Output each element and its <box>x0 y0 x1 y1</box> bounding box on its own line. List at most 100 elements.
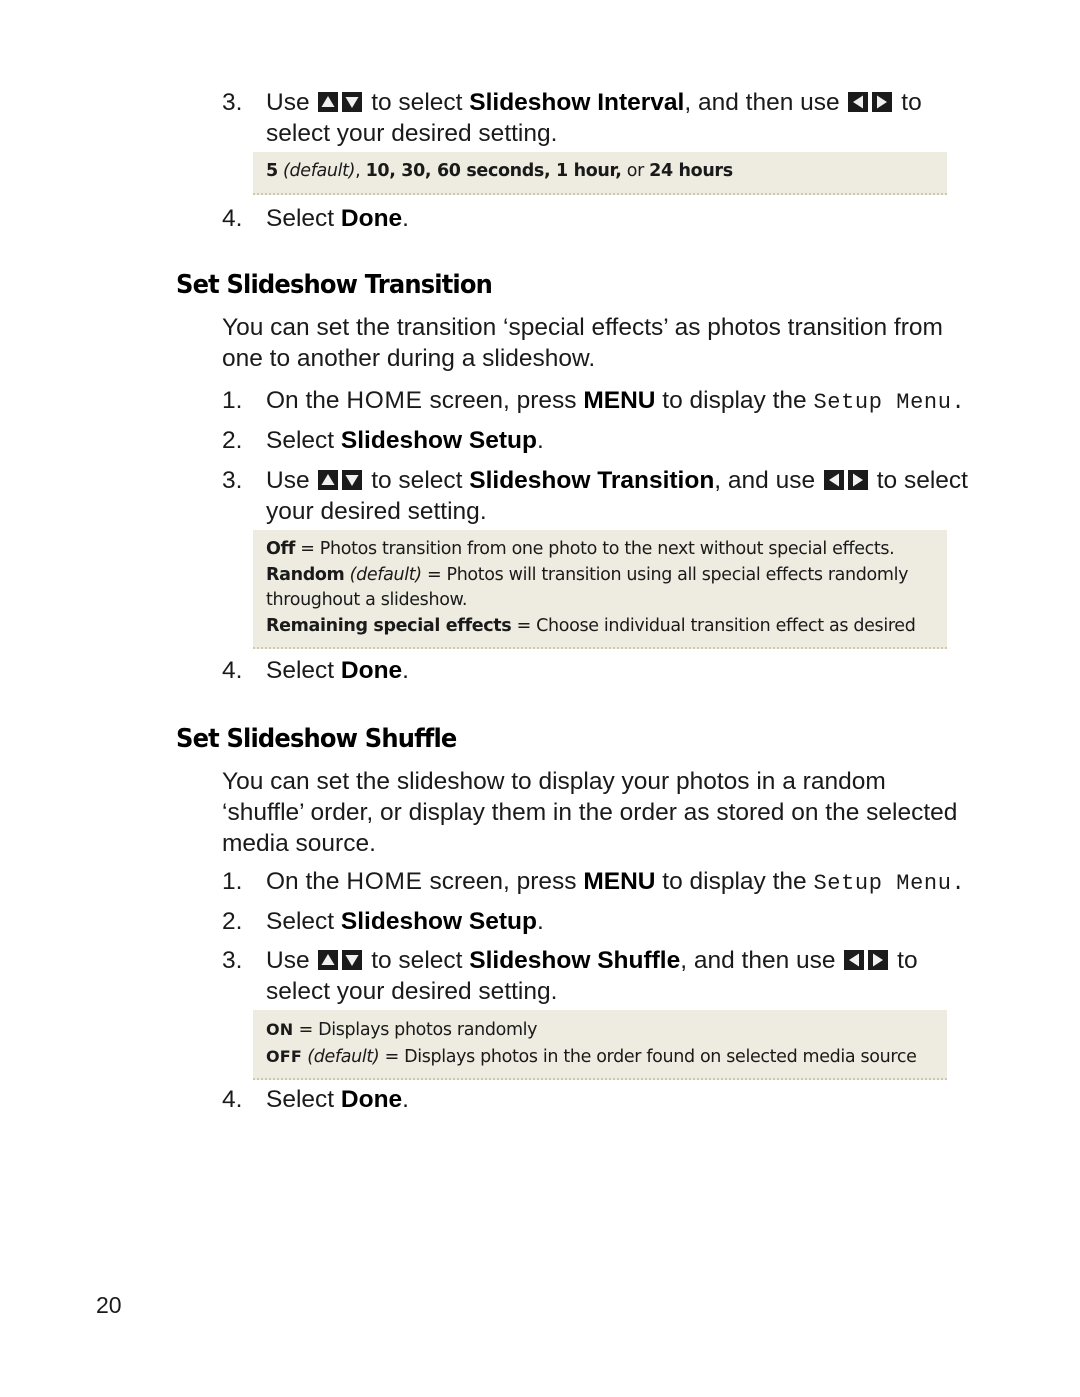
emphasis-slideshow-shuffle: Slideshow Shuffle <box>469 947 681 974</box>
emphasis-slideshow-transition: Slideshow Transition <box>469 467 715 494</box>
list-number: 2. <box>222 908 243 935</box>
intro-line-1: You can set the transition ‘special effe… <box>222 314 943 341</box>
note-desc: = Photos transition from one photo to th… <box>295 539 895 559</box>
note-line: Off = Photos transition from one photo t… <box>266 537 933 563</box>
note-line: Random (default) = Photos will transitio… <box>266 563 933 589</box>
list-item-shuffle-step3: 3. Use to select Slideshow Shuffle, and … <box>222 945 982 1007</box>
step-text-period: . <box>402 1086 409 1113</box>
note-desc-cont: throughout a slideshow. <box>266 590 468 610</box>
list-number: 1. <box>222 387 243 414</box>
list-item-transition-step3: 3. Use to select Slideshow Transition, a… <box>222 465 1012 527</box>
right-arrow-key-icon <box>847 469 869 491</box>
list-item-text: On the HOME screen, press MENU to displa… <box>266 866 982 899</box>
note-desc: = Displays photos randomly <box>293 1020 538 1040</box>
step-text-period: . <box>951 871 966 896</box>
list-number: 4. <box>222 1086 243 1113</box>
list-number: 3. <box>222 947 243 974</box>
step-text-pre: On the <box>266 868 347 895</box>
page-number: 20 <box>96 1292 122 1318</box>
step-text-toselect: to select <box>364 467 470 494</box>
step-text-line2: select your desired setting. <box>266 978 558 1005</box>
up-arrow-key-icon <box>317 949 339 971</box>
step-text-use: Use <box>266 89 317 116</box>
step-text-select: Select <box>266 427 341 454</box>
step-text-select: Select <box>266 1086 341 1113</box>
label-home: HOME <box>346 868 423 895</box>
note-box-transition-values: Off = Photos transition from one photo t… <box>253 530 947 649</box>
list-number: 3. <box>222 467 243 494</box>
list-number: 2. <box>222 427 243 454</box>
note-line: 5 (default), 10, 30, 60 seconds, 1 hour,… <box>266 159 933 185</box>
note-sep: , <box>355 161 366 181</box>
list-number: 4. <box>222 657 243 684</box>
list-item-text: Select Done. <box>266 655 722 686</box>
emphasis-slideshow-setup: Slideshow Setup <box>340 427 537 454</box>
intro-line-2: ‘shuffle’ order, or display them in the … <box>222 799 958 826</box>
list-item-text: Use to select Slideshow Shuffle, and the… <box>266 945 982 1007</box>
emphasis-done: Done <box>340 205 403 232</box>
list-item-interval-step3: 3. Use to select Slideshow Interval, and… <box>222 87 962 149</box>
note-default-label: (default) <box>283 161 356 181</box>
emphasis-done: Done <box>340 1086 403 1113</box>
note-desc: = Choose individual transition effect as… <box>511 615 916 636</box>
step-text-mid: screen, press <box>422 868 584 895</box>
intro-line-3: media source. <box>222 830 376 857</box>
step-text-period: . <box>951 390 966 415</box>
label-menu: MENU <box>583 868 656 895</box>
step-text-period: . <box>402 657 409 684</box>
down-arrow-key-icon <box>341 469 363 491</box>
paragraph-transition-intro: You can set the transition ‘special effe… <box>222 312 952 374</box>
note-default-label: (default) <box>307 1046 380 1067</box>
note-option-on: ON <box>266 1020 294 1039</box>
step-text-mid2: to display the <box>655 387 814 414</box>
up-arrow-key-icon <box>317 91 339 113</box>
step-text-toselect: to select <box>364 89 470 116</box>
note-default-value: 5 <box>266 161 278 181</box>
note-or: or <box>621 161 650 181</box>
paragraph-shuffle-intro: You can set the slideshow to display you… <box>222 766 962 859</box>
emphasis-done: Done <box>340 657 403 684</box>
note-box-shuffle-values: ON = Displays photos randomly OFF (defau… <box>253 1010 947 1080</box>
intro-line-1: You can set the slideshow to display you… <box>222 768 886 795</box>
step-text-toselect2: to select <box>869 467 968 494</box>
step-text-mid2: to display the <box>655 868 814 895</box>
note-line: Remaining special effects = Choose indiv… <box>266 614 933 640</box>
step-text-pre: On the <box>266 387 347 414</box>
step-text-andthenuse: , and then use <box>684 89 847 116</box>
note-option-random: Random <box>266 564 345 585</box>
list-number: 4. <box>222 205 243 232</box>
left-arrow-key-icon <box>843 949 865 971</box>
note-default-label: (default) <box>349 564 422 585</box>
note-option-remaining: Remaining special effects <box>266 615 512 636</box>
list-item-shuffle-step2: 2. Select Slideshow Setup. <box>222 906 822 937</box>
list-item-text: Use to select Slideshow Interval, and th… <box>266 87 962 149</box>
list-item-interval-step4: 4. Select Done. <box>222 203 722 234</box>
heading-set-slideshow-transition: Set Slideshow Transition <box>176 270 493 300</box>
down-arrow-key-icon <box>341 949 363 971</box>
label-home: HOME <box>346 387 423 414</box>
note-line: throughout a slideshow. <box>266 588 933 614</box>
list-item-shuffle-step4: 4. Select Done. <box>222 1084 722 1115</box>
list-item-transition-step2: 2. Select Slideshow Setup. <box>222 425 822 456</box>
label-setup-menu: Setup Menu <box>813 871 952 896</box>
note-line: ON = Displays photos randomly <box>266 1017 933 1044</box>
emphasis-slideshow-interval: Slideshow Interval <box>469 89 685 116</box>
list-item-text: Select Slideshow Setup. <box>266 425 822 456</box>
step-text-andthenuse: , and then use <box>680 947 843 974</box>
left-arrow-key-icon <box>823 469 845 491</box>
step-text-toselect: to select <box>364 947 470 974</box>
list-item-text: Use to select Slideshow Transition, and … <box>266 465 1012 527</box>
note-values: 10, 30, 60 seconds, 1 hour, <box>365 161 622 181</box>
list-number: 3. <box>222 89 243 116</box>
step-text-select: Select <box>266 657 341 684</box>
list-item-text: Select Done. <box>266 1084 722 1115</box>
list-item-shuffle-step1: 1. On the HOME screen, press MENU to dis… <box>222 866 982 899</box>
note-box-interval-values: 5 (default), 10, 30, 60 seconds, 1 hour,… <box>253 152 947 195</box>
note-option-off: Off <box>266 539 296 559</box>
step-text-period: . <box>536 908 544 935</box>
manual-page: 3. Use to select Slideshow Interval, and… <box>0 0 1080 1397</box>
note-line: OFF (default) = Displays photos in the o… <box>266 1044 933 1071</box>
right-arrow-key-icon <box>867 949 889 971</box>
label-setup-menu: Setup Menu <box>813 390 952 415</box>
list-item-text: Select Slideshow Setup. <box>266 906 822 937</box>
